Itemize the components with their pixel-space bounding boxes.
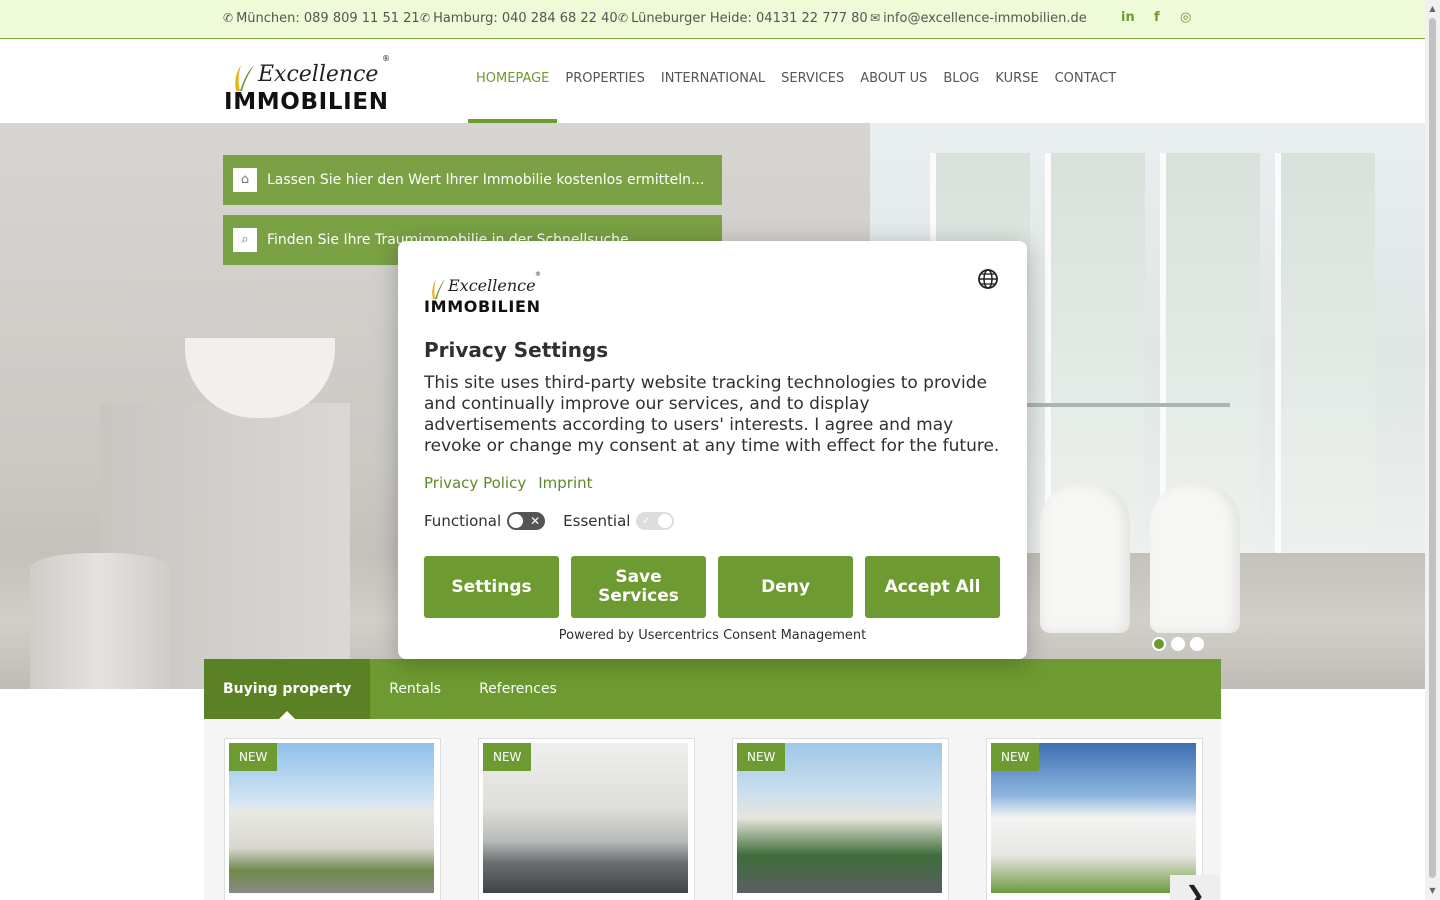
nav-about-us[interactable]: About us xyxy=(852,39,935,123)
nav-kurse[interactable]: Kurse xyxy=(987,39,1046,123)
phone-icon: ✆ xyxy=(223,11,234,25)
excellence-immobilien-logo[interactable]: Excellence ® IMMOBILIEN xyxy=(224,51,394,113)
nav-services[interactable]: Services xyxy=(773,39,852,123)
hero-cylinder xyxy=(30,553,170,689)
powered-by-note: Powered by Usercentrics Consent Manageme… xyxy=(558,628,867,643)
property-image: NEW xyxy=(229,743,434,893)
property-image: NEW xyxy=(737,743,942,893)
page-scrollbar[interactable]: ▲ ▼ xyxy=(1425,0,1440,900)
settings-button[interactable]: Settings xyxy=(424,556,559,618)
functional-label: Functional xyxy=(424,512,502,530)
contact-lueneburg[interactable]: ✆ Lüneburger Heide: 04131 22 777 80 xyxy=(618,11,868,26)
instagram-icon[interactable]: ◎ xyxy=(1180,10,1191,25)
nav-international[interactable]: International xyxy=(653,39,773,123)
valuation-banner[interactable]: ⌂ Lassen Sie hier den Wert Ihrer Immobil… xyxy=(223,155,722,205)
dialog-title: Privacy Settings xyxy=(424,338,609,362)
essential-label: Essential xyxy=(563,512,631,530)
svg-text:Excellence: Excellence xyxy=(257,62,378,87)
toggle-knob xyxy=(658,514,673,528)
contact-munich[interactable]: ✆ München: 089 809 11 51 21 xyxy=(223,11,420,26)
property-card[interactable]: NEW xyxy=(224,738,441,900)
functional-toggle[interactable]: ✕ xyxy=(507,512,546,530)
property-tabs: Buying property Rentals References xyxy=(204,659,1221,720)
nav-homepage[interactable]: Homepage xyxy=(468,39,558,123)
slider-dot-2[interactable] xyxy=(1171,637,1185,651)
contact-bar: ✆ München: 089 809 11 51 21 ✆ Hamburg: 040… xyxy=(0,0,1425,39)
svg-text:Excellence: Excellence xyxy=(447,276,536,295)
hero-chair xyxy=(1040,483,1130,633)
search-icon: ⌕ xyxy=(233,228,257,252)
excellence-immobilien-logo: Excellence ® IMMOBILIEN xyxy=(424,271,541,315)
contact-email[interactable]: ✉ info@excellence-immobilien.de xyxy=(870,11,1087,26)
phone-icon: ✆ xyxy=(420,11,431,25)
new-badge: NEW xyxy=(229,743,278,771)
tab-references[interactable]: References xyxy=(460,659,576,719)
language-globe-icon[interactable] xyxy=(977,268,999,290)
nav-blog[interactable]: Blog xyxy=(935,39,987,123)
site-header: Excellence ® IMMOBILIEN Homepage Propert… xyxy=(0,39,1425,123)
accept-all-button[interactable]: Accept All xyxy=(865,556,1000,618)
property-card[interactable]: NEW xyxy=(478,738,695,900)
scrollbar-thumb[interactable] xyxy=(1429,18,1436,878)
nav-properties[interactable]: Properties xyxy=(557,39,653,123)
tab-buying-property[interactable]: Buying property xyxy=(204,659,371,720)
window-pane xyxy=(1275,153,1375,573)
slider-dots xyxy=(1152,637,1204,651)
new-badge: NEW xyxy=(737,743,786,771)
scroll-up-icon[interactable]: ▲ xyxy=(1425,2,1440,16)
phone-icon: ✆ xyxy=(618,11,629,25)
property-card[interactable]: NEW xyxy=(732,738,949,900)
home-icon: ⌂ xyxy=(233,168,257,192)
new-badge: NEW xyxy=(483,743,532,771)
scroll-down-icon[interactable]: ▼ xyxy=(1425,884,1440,898)
slider-dot-1[interactable] xyxy=(1152,637,1166,651)
hero-table xyxy=(1000,403,1230,407)
dialog-links: Privacy Policy Imprint xyxy=(424,474,593,492)
svg-text:IMMOBILIEN: IMMOBILIEN xyxy=(224,89,388,113)
toggle-knob xyxy=(509,514,524,528)
imprint-link[interactable]: Imprint xyxy=(538,474,592,492)
privacy-consent-dialog: Excellence ® IMMOBILIEN Privacy Settings… xyxy=(398,241,1027,659)
slider-dot-3[interactable] xyxy=(1190,637,1204,651)
envelope-icon: ✉ xyxy=(870,11,881,25)
service-toggles: Functional ✕ Essential ✓ xyxy=(424,512,675,530)
main-nav: Homepage Properties International Servic… xyxy=(468,39,1124,123)
privacy-policy-link[interactable]: Privacy Policy xyxy=(424,474,526,492)
hero-chair xyxy=(1150,483,1240,633)
property-image: NEW xyxy=(483,743,688,893)
save-services-button[interactable]: Save Services xyxy=(571,556,706,618)
deny-button[interactable]: Deny xyxy=(718,556,853,618)
new-badge: NEW xyxy=(991,743,1040,771)
check-icon: ✓ xyxy=(641,514,651,527)
close-icon: ✕ xyxy=(530,514,541,528)
dialog-actions: Settings Save Services Deny Accept All xyxy=(424,556,1000,618)
svg-text:®: ® xyxy=(382,54,390,63)
linkedin-icon[interactable]: in xyxy=(1121,10,1135,25)
svg-text:®: ® xyxy=(535,271,541,278)
chevron-right-icon[interactable]: ❯ xyxy=(1170,875,1220,900)
nav-contact[interactable]: Contact xyxy=(1047,39,1125,123)
facebook-icon[interactable]: f xyxy=(1154,10,1160,25)
svg-text:IMMOBILIEN: IMMOBILIEN xyxy=(424,297,540,315)
contact-hamburg[interactable]: ✆ Hamburg: 040 284 68 22 40 xyxy=(420,11,618,26)
tab-rentals[interactable]: Rentals xyxy=(370,659,460,719)
dialog-description: This site uses third-party website track… xyxy=(424,373,1000,456)
essential-toggle: ✓ xyxy=(636,512,675,530)
property-image: NEW xyxy=(991,743,1196,893)
